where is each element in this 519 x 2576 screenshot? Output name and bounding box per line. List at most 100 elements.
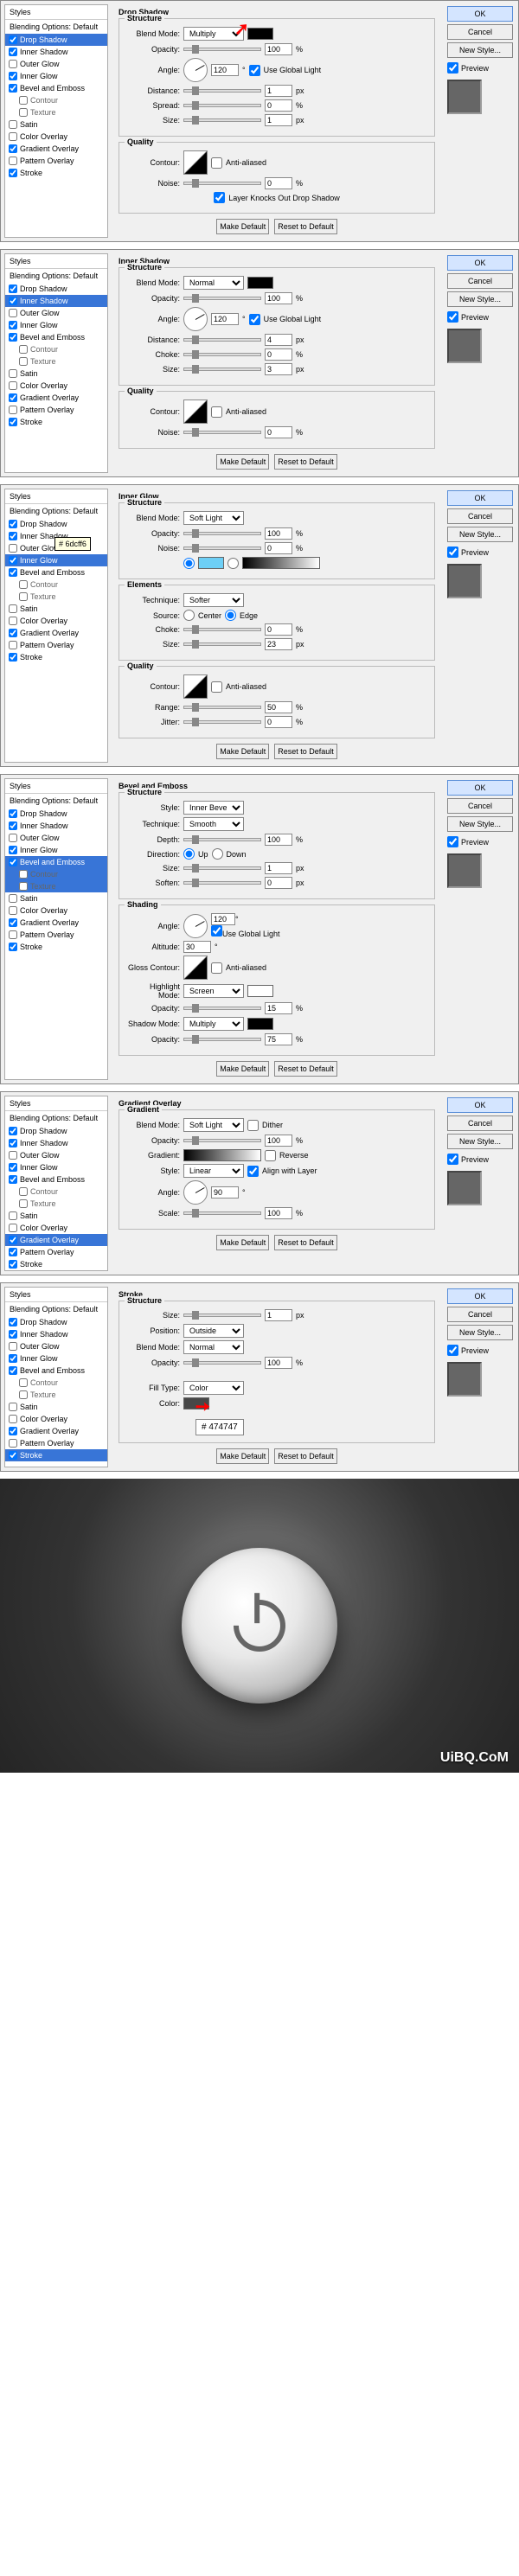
checkbox[interactable] [9,834,17,842]
style-select[interactable]: Linear [183,1164,244,1178]
size-input[interactable] [265,114,292,126]
checkbox[interactable] [19,580,28,589]
checkbox[interactable] [9,930,17,939]
style-pattern-overlay[interactable]: Pattern Overlay [5,155,107,167]
size-slider[interactable] [183,1314,261,1317]
style-gradient-overlay[interactable]: Gradient Overlay [5,143,107,155]
reset-default-button[interactable]: Reset to Default [274,1448,337,1464]
distance-input[interactable] [265,334,292,346]
style-contour[interactable]: Contour [5,94,107,106]
style-drop-shadow[interactable]: Drop Shadow [5,1125,107,1137]
soften-slider[interactable] [183,881,261,885]
checkbox[interactable] [9,381,17,390]
checkbox[interactable] [9,617,17,625]
highlight-select[interactable]: Screen [183,984,244,998]
range-slider[interactable] [183,706,261,709]
checkbox[interactable] [9,369,17,378]
color-swatch[interactable] [247,277,273,289]
checkbox[interactable] [9,821,17,830]
contour-picker[interactable] [183,674,208,699]
style-satin[interactable]: Satin [5,892,107,904]
highlight-color[interactable] [247,985,273,997]
style-inner-shadow[interactable]: Inner Shadow [5,46,107,58]
checkbox[interactable] [9,297,17,305]
make-default-button[interactable]: Make Default [216,1061,269,1077]
reset-default-button[interactable]: Reset to Default [274,1235,337,1250]
blend-mode-select[interactable]: Soft Light [183,1118,244,1132]
new-style-button[interactable]: New Style... [447,291,513,307]
checkbox[interactable] [9,144,17,153]
checkbox[interactable] [9,333,17,342]
depth-input[interactable] [265,834,292,846]
opacity-input[interactable] [265,1357,292,1369]
soften-input[interactable] [265,877,292,889]
cancel-button[interactable]: Cancel [447,508,513,524]
style-texture[interactable]: Texture [5,880,107,892]
checkbox[interactable] [19,1199,28,1208]
style-outer-glow[interactable]: Outer Glow [5,832,107,844]
preview-check[interactable] [447,836,458,847]
make-default-button[interactable]: Make Default [216,219,269,234]
checkbox[interactable] [9,1139,17,1147]
new-style-button[interactable]: New Style... [447,1134,513,1149]
blend-mode-select[interactable]: Normal [183,276,244,290]
noise-input[interactable] [265,426,292,438]
style-pattern-overlay[interactable]: Pattern Overlay [5,1437,107,1449]
s-opacity-slider[interactable] [183,1038,261,1041]
blending-options[interactable]: Blending Options: Default [5,504,107,518]
style-inner-glow[interactable]: Inner Glow [5,319,107,331]
antialias-check[interactable] [211,681,222,693]
checkbox[interactable] [9,629,17,637]
checkbox[interactable] [19,96,28,105]
blending-options[interactable]: Blending Options: Default [5,20,107,34]
checkbox[interactable] [9,532,17,540]
style-contour[interactable]: Contour [5,868,107,880]
checkbox[interactable] [9,544,17,553]
gradient-radio[interactable] [227,558,239,569]
angle-dial[interactable] [183,58,208,82]
size-slider[interactable] [183,118,261,122]
size-slider[interactable] [183,866,261,870]
style-inner-shadow[interactable]: Inner Shadow [5,820,107,832]
make-default-button[interactable]: Make Default [216,1448,269,1464]
checkbox[interactable] [9,321,17,329]
ok-button[interactable]: OK [447,780,513,796]
style-gradient-overlay[interactable]: Gradient Overlay [5,392,107,404]
style-bevel[interactable]: Bevel and Emboss [5,331,107,343]
checkbox[interactable] [19,882,28,891]
style-drop-shadow[interactable]: Drop Shadow [5,1316,107,1328]
blending-options[interactable]: Blending Options: Default [5,794,107,808]
style-stroke[interactable]: Stroke [5,1449,107,1461]
make-default-button[interactable]: Make Default [216,454,269,470]
angle-input[interactable] [211,313,239,325]
color-radio[interactable] [183,558,195,569]
checkbox[interactable] [9,858,17,866]
s-opacity-input[interactable] [265,1033,292,1045]
style-inner-glow[interactable]: Inner Glow [5,844,107,856]
gradient-picker[interactable] [242,557,320,569]
style-stroke[interactable]: Stroke [5,651,107,663]
style-satin[interactable]: Satin [5,1210,107,1222]
style-stroke[interactable]: Stroke [5,1258,107,1270]
angle-input[interactable] [211,1186,239,1199]
checkbox[interactable] [9,520,17,528]
reset-default-button[interactable]: Reset to Default [274,219,337,234]
style-texture[interactable]: Texture [5,355,107,368]
checkbox[interactable] [9,60,17,68]
checkbox[interactable] [9,132,17,141]
jitter-input[interactable] [265,716,292,728]
style-contour[interactable]: Contour [5,578,107,591]
color-swatch[interactable] [198,557,224,569]
style-satin[interactable]: Satin [5,118,107,131]
style-drop-shadow[interactable]: Drop Shadow [5,34,107,46]
preview-check[interactable] [447,1154,458,1165]
checkbox[interactable] [9,653,17,662]
checkbox[interactable] [9,1366,17,1375]
cancel-button[interactable]: Cancel [447,1307,513,1322]
antialias-check[interactable] [211,406,222,418]
style-color-overlay[interactable]: Color Overlay [5,380,107,392]
style-texture[interactable]: Texture [5,106,107,118]
range-input[interactable] [265,701,292,713]
style-bevel[interactable]: Bevel and Emboss [5,1365,107,1377]
gradient-picker[interactable] [183,1149,261,1161]
